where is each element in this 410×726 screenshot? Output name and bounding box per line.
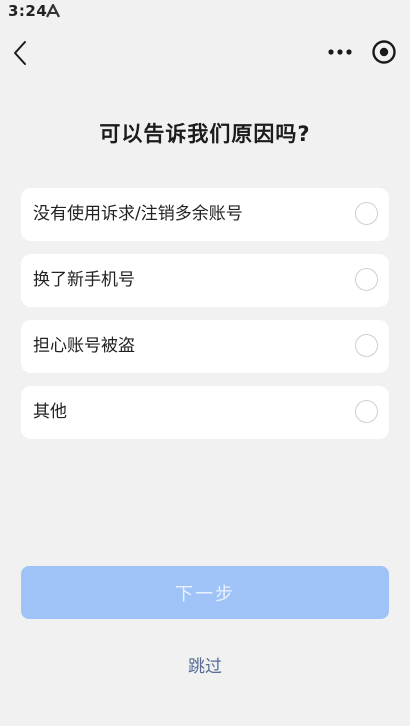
option-label: 其他 (33, 402, 67, 422)
radio-button[interactable] (355, 334, 378, 357)
next-button[interactable]: 下一步 (21, 566, 389, 619)
option-new-phone[interactable]: 换了新手机号 (21, 254, 389, 307)
target-icon[interactable] (371, 39, 397, 65)
page-title: 可以告诉我们原因吗? (99, 122, 311, 146)
option-label: 换了新手机号 (33, 270, 135, 290)
status-bar: 3:24 (0, 0, 410, 24)
nav-bar (0, 30, 410, 76)
radio-button[interactable] (355, 202, 378, 225)
option-label: 没有使用诉求/注销多余账号 (33, 204, 243, 224)
radio-button[interactable] (355, 268, 378, 291)
option-no-need[interactable]: 没有使用诉求/注销多余账号 (21, 188, 389, 241)
status-time: 3:24 (8, 2, 48, 20)
more-dots-icon[interactable] (326, 42, 354, 62)
option-label: 担心账号被盗 (33, 336, 135, 356)
a-notification-icon (46, 4, 60, 18)
skip-link[interactable]: 跳过 (0, 652, 410, 677)
option-other[interactable]: 其他 (21, 386, 389, 439)
radio-button[interactable] (355, 400, 378, 423)
chevron-left-icon[interactable] (10, 38, 32, 68)
option-account-theft[interactable]: 担心账号被盗 (21, 320, 389, 373)
reason-options: 没有使用诉求/注销多余账号 换了新手机号 担心账号被盗 其他 (21, 188, 389, 452)
